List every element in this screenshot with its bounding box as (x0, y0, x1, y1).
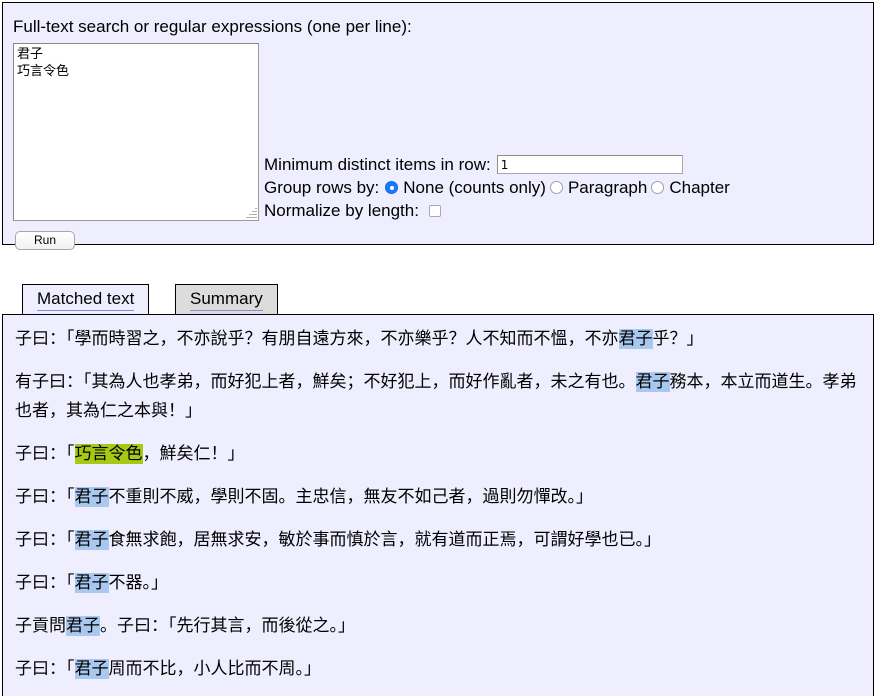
tab-matched-text-label: Matched text (37, 288, 135, 311)
match-highlight-blue: 君子 (635, 372, 670, 392)
minimum-distinct-items-label: Minimum distinct items in row: (264, 154, 491, 174)
matched-text-row: 子曰：「巧言令色，鮮矣仁！」 (15, 440, 861, 469)
match-highlight-blue: 君子 (74, 573, 109, 593)
run-button[interactable]: Run (15, 231, 75, 250)
matched-text-segment: 子曰：「 (15, 659, 75, 679)
matched-text-row: 子曰：「君子食無求飽，居無求安，敏於事而慎於言，就有道而正焉，可謂好學也已。」 (15, 526, 861, 555)
match-highlight-blue: 君子 (66, 616, 100, 636)
match-highlight-green: 巧言令色 (74, 444, 143, 464)
radio-chapter-icon[interactable] (651, 181, 665, 194)
tab-summary-label: Summary (190, 288, 263, 311)
results-tabbar: Matched text Summary (0, 284, 884, 316)
matched-text-segment: 食無求飽，居無求安，敏於事而慎於言，就有道而正焉，可謂好學也已。」 (108, 530, 662, 550)
matched-text-row: 子曰：「君子不重則不威，學則不固。主忠信，無友不如己者，過則勿憚改。」 (15, 483, 861, 512)
matched-text-segment: 子曰：「 (15, 573, 75, 593)
search-input[interactable] (13, 43, 259, 221)
matched-text-segment: 。子曰：「先行其言，而後從之。」 (100, 616, 355, 636)
search-options: Minimum distinct items in row: Group row… (264, 153, 734, 222)
matched-text-row: 子曰：「君子不器。」 (15, 569, 861, 598)
radio-option-chapter[interactable]: Chapter (651, 177, 730, 198)
matched-text-row: 子曰：「君子周而不比，小人比而不周。」 (15, 655, 861, 684)
normalize-by-length-row: Normalize by length: (264, 199, 734, 222)
match-highlight-blue: 君子 (74, 530, 109, 550)
radio-option-chapter-label: Chapter (669, 177, 730, 197)
tab-summary[interactable]: Summary (175, 284, 278, 314)
matched-text-segment: 周而不比，小人比而不周。」 (108, 659, 322, 679)
search-panel-legend: Full-text search or regular expressions … (13, 17, 412, 36)
matched-text-row: 有子曰：「其為人也孝弟，而好犯上者，鮮矣；不好犯上，而好作亂者，未之有也。君子務… (15, 368, 861, 426)
matched-text-segment: 子曰：「學而時習之，不亦說乎？有朋自遠方來，不亦樂乎？人不知而不慍，不亦 (15, 329, 619, 349)
radio-none-icon[interactable] (385, 181, 399, 194)
normalize-by-length-label: Normalize by length: (264, 200, 419, 220)
match-highlight-blue: 君子 (74, 659, 109, 679)
radio-option-none[interactable]: None (counts only) (385, 178, 546, 198)
minimum-distinct-items-input[interactable] (496, 155, 683, 174)
matched-text-segment: 乎？」 (652, 329, 704, 349)
group-rows-by-label: Group rows by: (264, 177, 380, 197)
normalize-by-length-checkbox[interactable] (428, 204, 441, 217)
radio-option-paragraph-label: Paragraph (567, 177, 648, 197)
matched-text-row: 子曰：「學而時習之，不亦說乎？有朋自遠方來，不亦樂乎？人不知而不慍，不亦君子乎？… (15, 325, 861, 354)
matched-text-segment: 不器。」 (108, 573, 169, 593)
match-highlight-blue: 君子 (618, 329, 653, 349)
search-query-panel: Full-text search or regular expressions … (2, 2, 874, 250)
match-highlight-blue: 君子 (74, 487, 109, 507)
minimum-distinct-items-row: Minimum distinct items in row: (264, 153, 734, 176)
radio-paragraph-icon[interactable] (549, 181, 563, 194)
matched-text-segment: 子曰：「 (15, 444, 75, 464)
tab-matched-text[interactable]: Matched text (22, 284, 150, 314)
matched-text-segment: 子貢問 (15, 616, 66, 636)
matched-text-segment: ，鮮矣仁！」 (142, 444, 245, 464)
group-rows-by-radio-group: None (counts only) Paragraph Chapter (385, 178, 734, 198)
radio-option-none-label: None (counts only) (403, 177, 546, 197)
group-rows-by-row: Group rows by: None (counts only) Paragr… (264, 176, 734, 199)
matched-text-segment: 不重則不威，學則不固。主忠信，無友不如己者，過則勿憚改。」 (108, 487, 594, 507)
radio-option-paragraph[interactable]: Paragraph (549, 177, 648, 198)
matched-text-row: 子貢問君子。子曰：「先行其言，而後從之。」 (15, 612, 861, 641)
matched-text-results-panel[interactable]: 子曰：「學而時習之，不亦說乎？有朋自遠方來，不亦樂乎？人不知而不慍，不亦君子乎？… (2, 314, 874, 696)
matched-text-segment: 有子曰：「其為人也孝弟，而好犯上者，鮮矣；不好犯上，而好作亂者，未之有也。 (15, 372, 636, 392)
matched-text-segment: 子曰：「 (15, 530, 75, 550)
matched-text-segment: 子曰：「 (15, 487, 75, 507)
